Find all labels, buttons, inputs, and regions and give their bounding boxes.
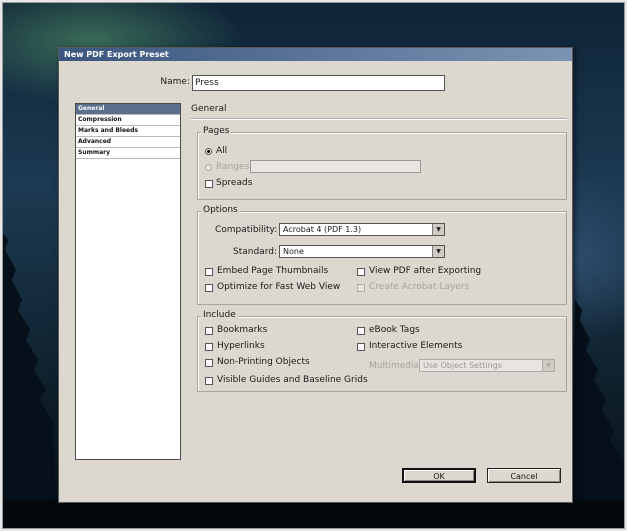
ebook-tags-checkbox[interactable] bbox=[357, 327, 365, 335]
include-group-label: Include bbox=[201, 310, 238, 320]
embed-thumbnails-checkbox[interactable] bbox=[205, 268, 213, 276]
compatibility-select[interactable]: Acrobat 4 (PDF 1.3) ▼ bbox=[279, 223, 445, 236]
interactive-elements-label[interactable]: Interactive Elements bbox=[369, 341, 462, 351]
hyperlinks-checkbox[interactable] bbox=[205, 343, 213, 351]
ebook-tags-label[interactable]: eBook Tags bbox=[369, 325, 420, 335]
non-printing-label[interactable]: Non-Printing Objects bbox=[217, 357, 310, 367]
pages-group-label: Pages bbox=[201, 126, 232, 136]
non-printing-checkbox[interactable] bbox=[205, 359, 213, 367]
sidebar-item-general[interactable]: General bbox=[76, 104, 180, 115]
sidebar-item-marks-and-bleeds[interactable]: Marks and Bleeds bbox=[76, 126, 180, 137]
sidebar-item-summary[interactable]: Summary bbox=[76, 148, 180, 159]
spreads-label[interactable]: Spreads bbox=[216, 178, 252, 188]
embed-thumbnails-label[interactable]: Embed Page Thumbnails bbox=[217, 266, 328, 276]
spreads-checkbox[interactable] bbox=[205, 180, 213, 188]
category-list: General Compression Marks and Bleeds Adv… bbox=[75, 103, 181, 460]
multimedia-dropdown-icon[interactable]: ▼ bbox=[542, 360, 554, 371]
ok-button[interactable]: OK bbox=[402, 468, 476, 483]
guides-grids-label[interactable]: Visible Guides and Baseline Grids bbox=[217, 375, 368, 385]
name-label: Name: bbox=[160, 77, 190, 87]
standard-label: Standard: bbox=[233, 247, 277, 257]
optimize-web-checkbox[interactable] bbox=[205, 284, 213, 292]
standard-value: None bbox=[283, 247, 304, 256]
pdf-export-dialog: New PDF Export Preset Name: Press Genera… bbox=[58, 47, 573, 503]
create-layers-checkbox[interactable] bbox=[357, 284, 365, 292]
hyperlinks-label[interactable]: Hyperlinks bbox=[217, 341, 265, 351]
sidebar-item-advanced[interactable]: Advanced bbox=[76, 137, 180, 148]
standard-select[interactable]: None ▼ bbox=[279, 245, 445, 258]
ranges-label: Ranges: bbox=[216, 162, 253, 172]
multimedia-value: Use Object Settings bbox=[423, 361, 502, 370]
all-pages-label[interactable]: All bbox=[216, 146, 227, 156]
cancel-button[interactable]: Cancel bbox=[487, 468, 561, 483]
guides-grids-checkbox[interactable] bbox=[205, 377, 213, 385]
optimize-web-label[interactable]: Optimize for Fast Web View bbox=[217, 282, 340, 292]
all-pages-radio[interactable] bbox=[205, 148, 212, 155]
sidebar-item-compression[interactable]: Compression bbox=[76, 115, 180, 126]
section-title: General bbox=[191, 104, 227, 114]
bookmarks-label[interactable]: Bookmarks bbox=[217, 325, 267, 335]
name-input[interactable]: Press bbox=[192, 75, 445, 91]
view-after-export-checkbox[interactable] bbox=[357, 268, 365, 276]
compatibility-value: Acrobat 4 (PDF 1.3) bbox=[283, 225, 362, 234]
create-layers-label: Create Acrobat Layers bbox=[369, 282, 470, 292]
view-after-export-label[interactable]: View PDF after Exporting bbox=[369, 266, 481, 276]
ranges-radio[interactable] bbox=[205, 164, 212, 171]
options-group-label: Options bbox=[201, 205, 240, 215]
bookmarks-checkbox[interactable] bbox=[205, 327, 213, 335]
ranges-input[interactable] bbox=[250, 160, 421, 173]
compatibility-label: Compatibility: bbox=[215, 225, 278, 235]
section-divider bbox=[191, 118, 567, 120]
standard-dropdown-icon[interactable]: ▼ bbox=[432, 246, 444, 257]
compatibility-dropdown-icon[interactable]: ▼ bbox=[432, 224, 444, 235]
dialog-title[interactable]: New PDF Export Preset bbox=[59, 48, 572, 61]
interactive-elements-checkbox[interactable] bbox=[357, 343, 365, 351]
multimedia-select[interactable]: Use Object Settings ▼ bbox=[419, 359, 555, 372]
multimedia-label: Multimedia: bbox=[369, 361, 423, 371]
